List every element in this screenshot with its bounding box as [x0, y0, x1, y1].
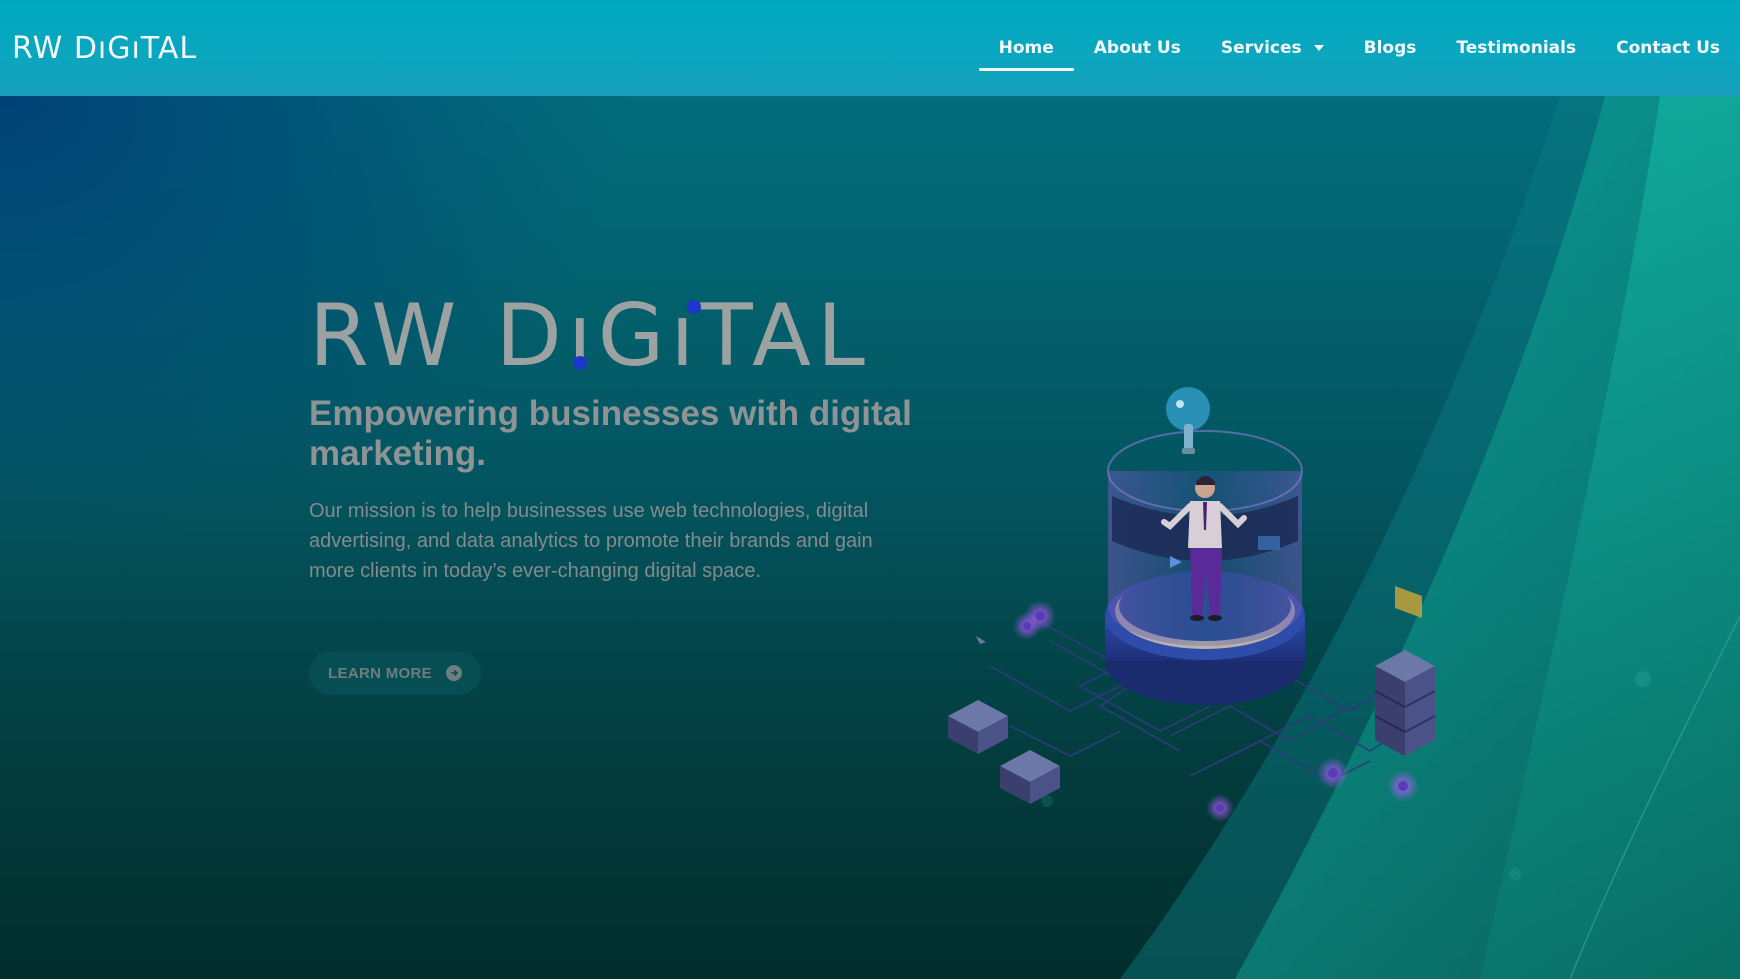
nav-services-label: Services	[1220, 38, 1302, 58]
nav-services[interactable]: Services	[1201, 0, 1344, 96]
nav-home-label: Home	[998, 38, 1054, 58]
hero-logo: RW DıGıTAL	[309, 293, 884, 379]
nav-blogs[interactable]: Blogs	[1344, 0, 1437, 96]
arrow-right-circle-icon	[445, 665, 462, 681]
hero-section: RW DıGıTAL Empowering businesses with di…	[0, 96, 1740, 979]
page: RW DıGıTAL Home About Us Services Blogs …	[0, 0, 1740, 979]
site-header: RW DıGıTAL Home About Us Services Blogs …	[0, 0, 1740, 96]
nav-about-label: About Us	[1093, 38, 1181, 58]
hero-description: Our mission is to help businesses use we…	[309, 500, 873, 582]
main-nav: Home About Us Services Blogs Testimonial…	[978, 0, 1740, 96]
nav-about[interactable]: About Us	[1074, 0, 1201, 96]
nav-home[interactable]: Home	[978, 0, 1074, 96]
hero-illustration	[948, 387, 1436, 822]
nav-contact-label: Contact Us	[1616, 38, 1720, 58]
learn-more-button[interactable]: LEARN MORE	[309, 651, 481, 695]
nav-blogs-label: Blogs	[1363, 38, 1417, 58]
nav-contact[interactable]: Contact Us	[1596, 0, 1740, 96]
nav-testimonials[interactable]: Testimonials	[1436, 0, 1596, 96]
hero-title: Empowering businesses with digital marke…	[309, 394, 912, 473]
learn-more-label: LEARN MORE	[328, 664, 432, 682]
logo-dot-decoration	[573, 356, 587, 370]
site-logo-text: RW DıGıTAL	[12, 30, 198, 66]
logo-dot-decoration-2	[687, 300, 701, 314]
site-logo[interactable]: RW DıGıTAL	[12, 28, 197, 68]
nav-testimonials-label: Testimonials	[1456, 38, 1577, 58]
chevron-down-icon	[1313, 45, 1324, 51]
hero-logo-text: RW DıGıTAL	[309, 286, 871, 386]
